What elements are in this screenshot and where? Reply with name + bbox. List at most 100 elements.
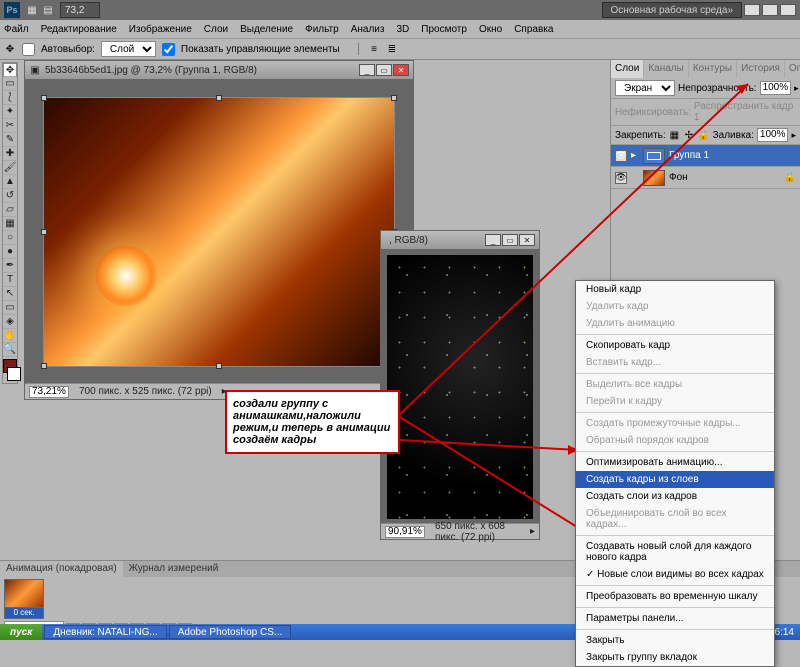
menu-3d[interactable]: 3D	[396, 24, 409, 35]
crop-tool[interactable]: ✂	[3, 119, 17, 133]
pen-tool[interactable]: ✒	[3, 259, 17, 273]
menu-item[interactable]: Создавать новый слой для каждого нового …	[576, 538, 774, 566]
menu-item[interactable]: Создать слои из кадров	[576, 488, 774, 505]
autoselect-checkbox[interactable]	[22, 43, 35, 56]
tab-actions[interactable]: Операции	[785, 60, 800, 78]
menu-item[interactable]: Скопировать кадр	[576, 337, 774, 354]
menu-layer[interactable]: Слои	[204, 24, 228, 35]
align-icon[interactable]: ≣	[386, 43, 398, 55]
workspace-label: Основная рабочая среда	[611, 5, 728, 16]
menu-select[interactable]: Выделение	[240, 24, 293, 35]
stamp-tool[interactable]: ▲	[3, 175, 17, 189]
frame-1[interactable]: 0 сек.	[4, 579, 44, 619]
menu-analysis[interactable]: Анализ	[351, 24, 385, 35]
doc1-close-button[interactable]: ✕	[393, 64, 409, 76]
doc1-max-button[interactable]: ▭	[376, 64, 392, 76]
ps-logo-icon: Ps	[4, 2, 20, 18]
bridge-icon[interactable]: ▦	[26, 4, 38, 16]
start-button[interactable]: пуск	[0, 624, 42, 640]
toolbox: ✥ ▭ ⟅ ✦ ✂ ✎ ✚ 🖌 ▲ ↺ ▱ ▦ ○ ● ✒ T ↖ ▭ ◈ ✋ …	[2, 62, 18, 384]
menu-item[interactable]: Оптимизировать анимацию...	[576, 454, 774, 471]
bg-color-swatch[interactable]	[7, 367, 21, 381]
ps-doc-icon: ▣	[29, 64, 41, 76]
menu-item[interactable]: ✓ Новые слои видимы во всех кадрах	[576, 566, 774, 583]
eraser-tool[interactable]: ▱	[3, 203, 17, 217]
menu-item: Удалить анимацию	[576, 315, 774, 332]
taskbar-item[interactable]: Adobe Photoshop CS...	[169, 625, 292, 639]
move-tool-icon: ✥	[4, 43, 16, 55]
tab-paths[interactable]: Контуры	[689, 60, 737, 78]
menu-window[interactable]: Окно	[479, 24, 502, 35]
show-controls-label: Показать управляющие элементы	[181, 44, 340, 55]
taskbar-item[interactable]: Дневник: NATALI-NG...	[44, 625, 166, 639]
menu-item: Выделить все кадры	[576, 376, 774, 393]
hand-tool[interactable]: ✋	[3, 329, 17, 343]
history-brush-tool[interactable]: ↺	[3, 189, 17, 203]
shape-tool[interactable]: ▭	[3, 301, 17, 315]
doc1-zoom-field[interactable]	[29, 386, 69, 398]
zoom-field[interactable]	[60, 2, 100, 18]
menu-item[interactable]: Закрыть	[576, 632, 774, 649]
tab-layers[interactable]: Слои	[611, 60, 644, 78]
transform-handles[interactable]	[43, 97, 395, 367]
menu-file[interactable]: Файл	[4, 24, 29, 35]
menu-image[interactable]: Изображение	[129, 24, 192, 35]
menu-item: Объединировать слой во всех кадрах...	[576, 505, 774, 533]
frame-time[interactable]: 0 сек.	[5, 608, 43, 618]
eyedropper-tool[interactable]: ✎	[3, 133, 17, 147]
document-window-1: ▣ 5b33646b5ed1.jpg @ 73,2% (Группа 1, RG…	[24, 60, 414, 400]
tab-history[interactable]: История	[737, 60, 785, 78]
doc1-min-button[interactable]: _	[359, 64, 375, 76]
menu-view[interactable]: Просмотр	[421, 24, 467, 35]
wand-tool[interactable]: ✦	[3, 105, 17, 119]
opacity-field[interactable]: 100%	[760, 81, 792, 95]
tab-animation[interactable]: Анимация (покадровая)	[0, 561, 123, 577]
doc1-titlebar[interactable]: ▣ 5b33646b5ed1.jpg @ 73,2% (Группа 1, RG…	[25, 61, 413, 79]
lasso-tool[interactable]: ⟅	[3, 91, 17, 105]
zoom-tool[interactable]: 🔍	[3, 343, 17, 357]
menu-item[interactable]: Преобразовать во временную шкалу	[576, 588, 774, 605]
tab-channels[interactable]: Каналы	[644, 60, 689, 78]
menu-item: Вставить кадр...	[576, 354, 774, 371]
menu-help[interactable]: Справка	[514, 24, 553, 35]
menu-item[interactable]: Создать кадры из слоев	[576, 471, 774, 488]
doc1-dims: 700 пикс. x 525 пикс. (72 ppi)	[79, 386, 212, 397]
close-icon[interactable]: ✕	[780, 4, 796, 16]
doc1-title: 5b33646b5ed1.jpg @ 73,2% (Группа 1, RGB/…	[45, 65, 257, 76]
menu-edit[interactable]: Редактирование	[41, 24, 117, 35]
fill-field[interactable]: 100%	[757, 128, 789, 142]
gradient-tool[interactable]: ▦	[3, 217, 17, 231]
autoselect-label: Автовыбор:	[41, 44, 95, 55]
align-icon[interactable]: ≡	[368, 43, 380, 55]
animation-panel-menu: Новый кадрУдалить кадрУдалить анимацию Ск…	[575, 280, 775, 667]
marquee-tool[interactable]: ▭	[3, 77, 17, 91]
type-tool[interactable]: T	[3, 273, 17, 287]
frame-thumb	[5, 580, 43, 608]
menu-item[interactable]: Новый кадр	[576, 281, 774, 298]
lock-icon: 🔒	[784, 172, 796, 184]
dodge-tool[interactable]: ●	[3, 245, 17, 259]
menu-item: Обратный порядок кадров	[576, 432, 774, 449]
panel-tabs: Слои Каналы Контуры История Операции	[611, 60, 800, 78]
show-controls-checkbox[interactable]	[162, 43, 175, 56]
workspace-switcher[interactable]: Основная рабочая среда »	[602, 2, 742, 18]
move-tool[interactable]: ✥	[3, 63, 17, 77]
path-tool[interactable]: ↖	[3, 287, 17, 301]
menu-item: Удалить кадр	[576, 298, 774, 315]
brush-tool[interactable]: 🖌	[3, 161, 17, 175]
menu-item[interactable]: Параметры панели...	[576, 610, 774, 627]
doc1-canvas[interactable]	[25, 79, 413, 385]
autoselect-mode[interactable]: Слой	[101, 41, 156, 57]
heal-tool[interactable]: ✚	[3, 147, 17, 161]
3d-tool[interactable]: ◈	[3, 315, 17, 329]
menubar: Файл Редактирование Изображение Слои Выд…	[0, 20, 800, 38]
menu-item[interactable]: Закрыть группу вкладок	[576, 649, 774, 666]
menu-item: Перейти к кадру	[576, 393, 774, 410]
maximize-icon[interactable]: ▭	[762, 4, 778, 16]
options-bar: ✥ Автовыбор: Слой Показать управляющие э…	[0, 38, 800, 60]
blur-tool[interactable]: ○	[3, 231, 17, 245]
tab-measure-log[interactable]: Журнал измерений	[123, 561, 225, 577]
minimize-icon[interactable]: _	[744, 4, 760, 16]
menu-filter[interactable]: Фильтр	[305, 24, 339, 35]
minibridge-icon[interactable]: ▤	[42, 4, 54, 16]
